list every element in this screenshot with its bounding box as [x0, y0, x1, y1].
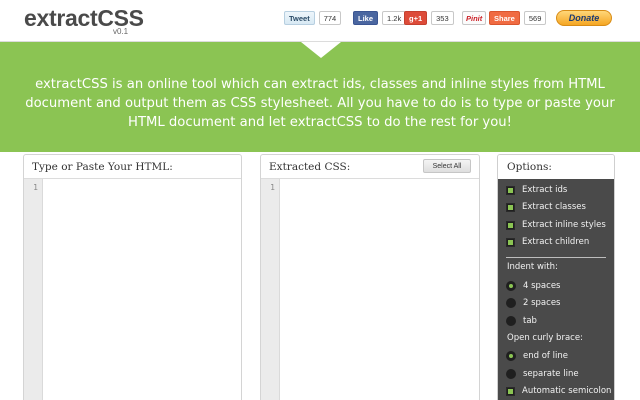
check-mark-icon — [508, 204, 513, 210]
tweet-label[interactable]: Tweet — [284, 11, 315, 25]
banner-notch — [301, 42, 341, 58]
option-label: 2 spaces — [523, 298, 561, 308]
automatic-semicolon-option[interactable]: Automatic semicolon — [506, 384, 611, 398]
option-label: Extract children — [522, 237, 590, 247]
gplus-button[interactable]: g+1 353 — [404, 11, 454, 25]
tagline-line: document and output them as CSS styleshe… — [25, 96, 615, 111]
html-input-panel: Type or Paste Your HTML: 1 — [23, 154, 242, 400]
checkbox[interactable] — [506, 220, 515, 230]
pinit-button[interactable]: Pinit — [462, 11, 487, 25]
checkbox[interactable] — [506, 202, 515, 212]
indent-tab-option[interactable]: tab — [506, 314, 537, 328]
gplus-label[interactable]: g+1 — [404, 11, 428, 25]
extract-children-option[interactable]: Extract children — [506, 235, 589, 249]
extract-classes-option[interactable]: Extract classes — [506, 200, 586, 214]
tweet-button[interactable]: Tweet 774 — [284, 11, 342, 25]
radio[interactable] — [506, 351, 516, 361]
radio[interactable] — [506, 281, 516, 291]
css-output-panel: Extracted CSS: Select All 1 — [260, 154, 480, 400]
check-mark-icon — [508, 239, 513, 245]
html-panel-title: Type or Paste Your HTML: — [24, 155, 241, 179]
checkbox[interactable] — [506, 386, 515, 396]
like-button[interactable]: Like 1.2k — [353, 11, 407, 25]
option-label: Extract classes — [522, 202, 586, 212]
brace-separate-line-option[interactable]: separate line — [506, 367, 579, 381]
css-editor[interactable] — [281, 179, 479, 400]
radio-selected-icon — [509, 284, 513, 288]
check-mark-icon — [508, 187, 513, 193]
indent-2-spaces-option[interactable]: 2 spaces — [506, 296, 560, 310]
like-label[interactable]: Like — [353, 11, 379, 25]
option-label: end of line — [523, 351, 568, 361]
share-label[interactable]: Share — [489, 11, 520, 25]
check-mark-icon — [508, 388, 513, 394]
share-button[interactable]: Share 569 — [489, 11, 547, 25]
tagline-line: HTML document and let extractCSS to do t… — [128, 115, 512, 130]
radio[interactable] — [506, 369, 516, 379]
site-header: extractCSS v0.1 Tweet 774 Like 1.2k g+1 … — [0, 0, 640, 42]
indent-4-spaces-option[interactable]: 4 spaces — [506, 279, 560, 293]
option-label: Extract ids — [522, 185, 568, 195]
checkbox[interactable] — [506, 237, 515, 247]
tagline: extractCSS is an online tool which can e… — [20, 75, 620, 132]
option-label: tab — [523, 316, 537, 326]
tweet-count: 774 — [318, 11, 342, 25]
options-body: Extract ids Extract classes Extract inli… — [498, 179, 614, 400]
version-label: v0.1 — [113, 27, 129, 36]
options-title: Options: — [498, 155, 614, 179]
select-all-button[interactable]: Select All — [423, 159, 471, 173]
extract-ids-option[interactable]: Extract ids — [506, 183, 567, 197]
radio-selected-icon — [509, 354, 513, 358]
brace-label: Open curly brace: — [507, 333, 583, 343]
brace-end-of-line-option[interactable]: end of line — [506, 349, 568, 363]
extract-inline-styles-option[interactable]: Extract inline styles — [506, 218, 606, 232]
share-count: 569 — [523, 11, 547, 25]
check-mark-icon — [508, 222, 513, 228]
tagline-line: extractCSS is an online tool which can e… — [35, 77, 605, 92]
pinit-label[interactable]: Pinit — [462, 11, 487, 25]
html-editor[interactable] — [44, 179, 241, 400]
css-line-gutter: 1 — [261, 179, 280, 400]
option-label: 4 spaces — [523, 281, 561, 291]
like-count: 1.2k — [382, 11, 407, 25]
radio[interactable] — [506, 316, 516, 326]
options-divider — [506, 257, 606, 258]
donate-button[interactable]: Donate — [556, 10, 612, 26]
radio[interactable] — [506, 298, 516, 308]
html-line-gutter: 1 — [24, 179, 43, 400]
option-label: Automatic semicolon — [522, 386, 612, 396]
option-label: separate line — [523, 369, 579, 379]
line-number: 1 — [33, 183, 38, 192]
option-label: Extract inline styles — [522, 220, 606, 230]
line-number: 1 — [270, 183, 275, 192]
indent-label: Indent with: — [507, 262, 558, 272]
checkbox[interactable] — [506, 185, 515, 195]
options-panel: Options: Extract ids Extract classes Ext… — [497, 154, 615, 400]
gplus-count: 353 — [431, 11, 454, 25]
